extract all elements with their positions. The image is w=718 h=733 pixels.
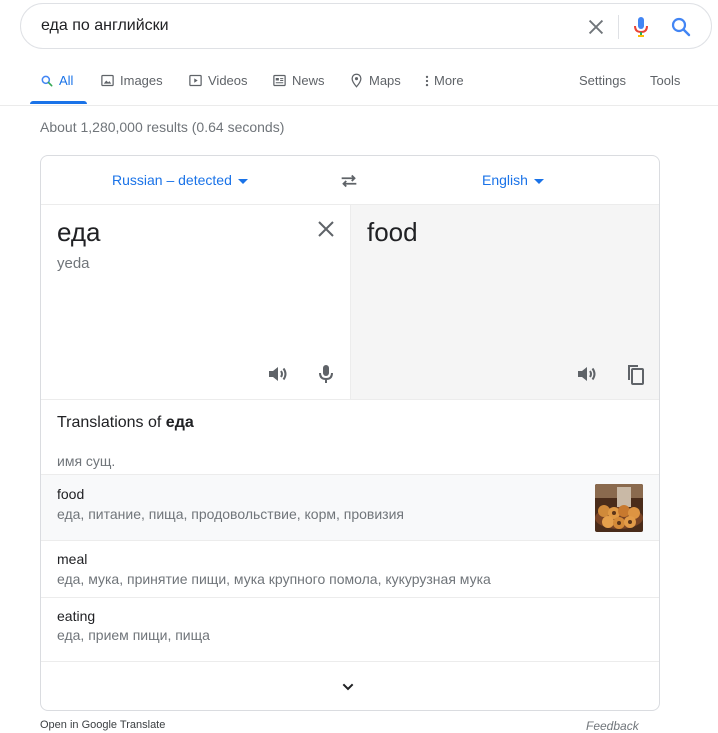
tab-videos-label: Videos (208, 73, 248, 88)
swap-icon[interactable] (338, 170, 360, 192)
search-input[interactable]: еда по английски (41, 17, 169, 35)
translation-synonyms: еда, питание, пища, продовольствие, корм… (57, 506, 405, 522)
microphone-icon[interactable] (629, 15, 653, 39)
translation-synonyms: еда, прием пищи, пища (57, 627, 210, 643)
tab-images-label: Images (120, 73, 163, 88)
video-icon (189, 74, 202, 87)
translations-prefix: Translations of (57, 414, 162, 431)
translation-row[interactable]: eating еда, прием пищи, пища (41, 597, 659, 661)
translation-row[interactable]: meal еда, мука, принятие пищи, мука круп… (41, 540, 659, 597)
target-language-label: English (482, 172, 528, 188)
microphone-icon[interactable] (314, 362, 338, 386)
translate-card: Russian – detected English еда yeda food… (40, 155, 660, 711)
food-thumbnail[interactable] (595, 484, 643, 532)
active-tab-indicator (30, 101, 87, 104)
search-icon[interactable] (669, 15, 693, 39)
target-language-select[interactable]: English (482, 172, 544, 188)
copy-icon[interactable] (623, 362, 647, 386)
results-stats: About 1,280,000 results (0.64 seconds) (40, 119, 285, 135)
target-pane: food (351, 205, 659, 400)
part-of-speech: имя сущ. (57, 453, 116, 469)
speaker-icon[interactable] (266, 362, 290, 386)
expand-button[interactable] (41, 661, 659, 710)
translation-word: eating (57, 608, 96, 624)
translations-word: еда (165, 414, 194, 431)
tab-all[interactable]: All (40, 73, 73, 88)
tab-images[interactable]: Images (100, 73, 163, 88)
language-bar: Russian – detected English (41, 156, 659, 205)
source-language-select[interactable]: Russian – detected (112, 172, 248, 188)
translation-row[interactable]: food еда, питание, пища, продовольствие,… (41, 474, 659, 540)
search-icon (41, 75, 53, 86)
tab-news[interactable]: News (272, 73, 325, 88)
source-language-label: Russian – detected (112, 172, 232, 188)
tab-videos[interactable]: Videos (188, 73, 248, 88)
speaker-icon[interactable] (575, 362, 599, 386)
chevron-down-icon (342, 683, 354, 691)
clear-source-icon[interactable] (314, 217, 338, 241)
tools-link[interactable]: Tools (650, 73, 680, 88)
translation-word: food (57, 486, 85, 502)
tab-more[interactable]: More (424, 73, 464, 88)
news-icon (273, 74, 286, 87)
tab-news-label: News (292, 73, 325, 88)
clear-icon[interactable] (585, 16, 607, 38)
tab-more-label: More (434, 73, 464, 88)
translations-heading: Translations of еда (57, 414, 194, 432)
translation-synonyms: еда, мука, принятие пищи, мука крупного … (57, 571, 491, 587)
caret-down-icon (237, 178, 248, 184)
search-divider (618, 15, 619, 39)
map-pin-icon (351, 73, 362, 88)
target-text: food (367, 217, 418, 247)
more-vert-icon (425, 75, 429, 86)
source-pane[interactable]: еда yeda (41, 205, 351, 400)
translation-word: meal (57, 551, 88, 567)
caret-down-icon (533, 178, 544, 184)
open-in-translate-link[interactable]: Open in Google Translate (40, 719, 165, 731)
source-text[interactable]: еда (57, 217, 101, 248)
tab-maps-label: Maps (369, 73, 401, 88)
search-tabs: All Images Videos News Maps More Setting… (0, 64, 718, 106)
search-box[interactable]: еда по английски (20, 3, 712, 49)
tab-all-label: All (59, 73, 74, 88)
image-icon (101, 74, 114, 87)
tab-maps[interactable]: Maps (349, 73, 401, 88)
transliteration: yeda (57, 255, 90, 272)
settings-link[interactable]: Settings (579, 73, 626, 88)
